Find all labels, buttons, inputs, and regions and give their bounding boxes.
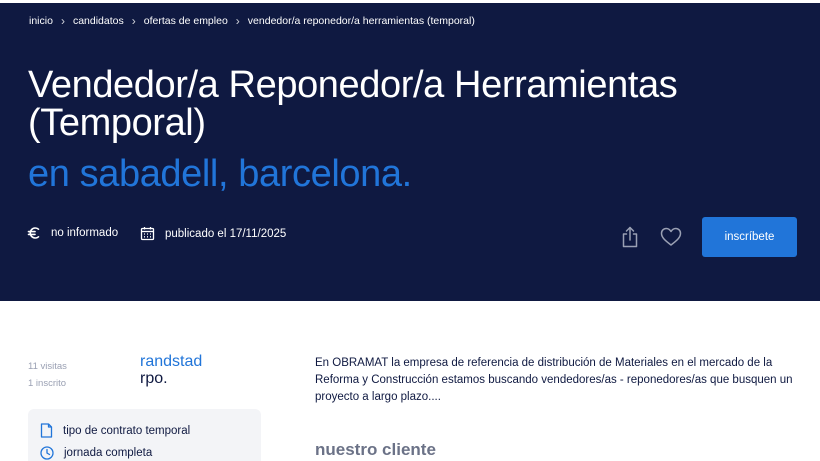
breadcrumb-candidatos[interactable]: candidatos (73, 15, 124, 27)
salary-info: no informado (27, 226, 118, 240)
contract-type-label: tipo de contrato temporal (63, 424, 191, 437)
salary-text: no informado (51, 227, 119, 239)
job-features-card: tipo de contrato temporal jornada comple… (28, 409, 261, 461)
client-section-title: nuestro cliente (315, 440, 436, 459)
work-schedule: jornada completa (40, 446, 152, 460)
breadcrumb-inicio[interactable]: inicio (29, 15, 53, 27)
euro-icon (27, 226, 41, 240)
job-stats: 11 visitas 1 inscrito (28, 358, 67, 392)
job-description: En OBRAMAT la empresa de referencia de d… (315, 357, 793, 403)
breadcrumb-separator: › (60, 14, 65, 28)
company-logo-line2: rpo. (140, 370, 168, 387)
breadcrumb-separator: › (131, 14, 136, 28)
work-schedule-label: jornada completa (64, 447, 153, 459)
heart-icon (660, 227, 682, 246)
top-edge (0, 0, 820, 3)
calendar-icon (140, 226, 155, 241)
share-button[interactable] (620, 226, 640, 248)
enrolled-count: 1 inscrito (28, 378, 67, 389)
published-date: publicado el 17/11/2025 (165, 227, 287, 240)
published-info: publicado el 17/11/2025 (140, 226, 286, 241)
job-header: inicio › candidatos › ofertas de empleo … (0, 0, 820, 301)
breadcrumb-separator: › (235, 14, 240, 28)
company-logo-line1: randstad (140, 353, 203, 370)
company-logo[interactable]: randstad rpo. (140, 353, 202, 387)
breadcrumb: inicio › candidatos › ofertas de empleo … (29, 15, 475, 27)
favorite-button[interactable] (660, 227, 682, 247)
breadcrumb-ofertas-de-empleo[interactable]: ofertas de empleo (144, 15, 228, 27)
breadcrumb-current: vendedor/a reponedor/a herramientas (tem… (247, 15, 475, 27)
contract-type: tipo de contrato temporal (40, 423, 190, 438)
share-icon (622, 226, 638, 248)
job-title: Vendedor/a Reponedor/a Herramientas (Tem… (28, 64, 678, 144)
clock-icon (40, 446, 54, 460)
visits-count: 11 visitas (28, 361, 67, 372)
apply-button[interactable]: inscríbete (702, 217, 797, 257)
job-location: en sabadell, barcelona. (28, 153, 412, 195)
document-icon (40, 423, 53, 438)
